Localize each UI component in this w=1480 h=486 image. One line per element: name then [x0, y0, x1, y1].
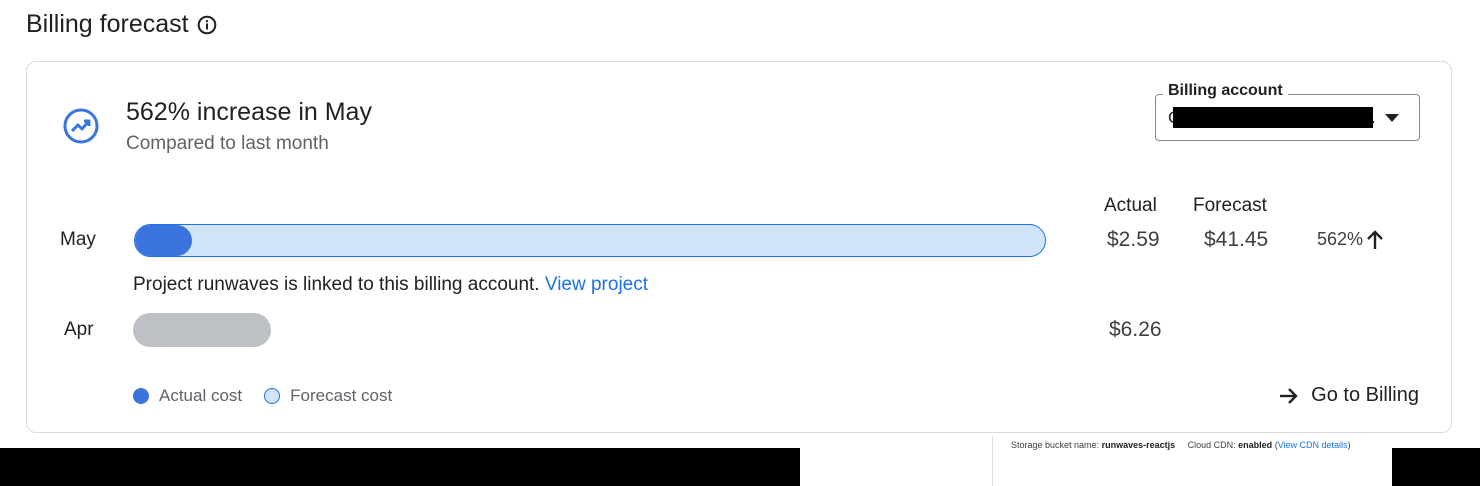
info-icon[interactable] [197, 15, 217, 35]
caret-down-icon[interactable] [1385, 114, 1399, 123]
billing-account-select[interactable]: Billing account C . [1155, 82, 1420, 141]
redaction-block-right [1392, 448, 1480, 486]
cdn-label: Cloud CDN: [1187, 440, 1236, 450]
billing-forecast-card: 562% increase in May Compared to last mo… [26, 61, 1452, 433]
bucket-label: Storage bucket name: [1011, 440, 1100, 450]
actual-column-header: Actual [1104, 195, 1157, 216]
billing-account-label: Billing account [1163, 82, 1288, 100]
legend-forecast: Forecast cost [264, 386, 392, 406]
bucket-value: runwaves-reactjs [1101, 440, 1176, 450]
go-to-billing-link[interactable]: Go to Billing [1279, 384, 1419, 407]
legend-actual: Actual cost [133, 386, 242, 406]
may-forecast-amount: $41.45 [1204, 228, 1269, 251]
may-change-percent: 562% [1317, 229, 1384, 250]
cdn-value: enabled [1238, 440, 1273, 450]
view-project-link[interactable]: View project [545, 274, 648, 295]
chart-legend: Actual cost Forecast cost [133, 386, 414, 406]
page-title-text: Billing forecast [26, 10, 189, 38]
trending-up-icon [63, 108, 99, 144]
apr-actual-bar [133, 313, 271, 347]
project-note-text: Project runwaves is linked to this billi… [133, 274, 540, 295]
forecast-cost-dot-icon [264, 388, 281, 404]
page-title: Billing forecast [26, 10, 217, 39]
go-to-billing-label: Go to Billing [1311, 384, 1419, 406]
forecast-headline: 562% increase in May [126, 98, 372, 126]
may-change-value: 562% [1317, 229, 1364, 249]
view-cdn-details-link[interactable]: View CDN details [1278, 440, 1348, 450]
storage-details-line: Storage bucket name: runwaves-reactjs Cl… [1011, 440, 1351, 450]
actual-cost-dot-icon [133, 388, 149, 404]
legend-actual-label: Actual cost [159, 386, 243, 405]
bottom-details-panel: Storage bucket name: runwaves-reactjs Cl… [992, 436, 1393, 486]
may-actual-amount: $2.59 [1107, 228, 1160, 251]
may-forecast-bar [134, 224, 1046, 257]
redaction-block [1173, 107, 1373, 128]
redaction-block-left [0, 448, 800, 486]
apr-actual-amount: $6.26 [1109, 318, 1162, 341]
arrow-right-icon [1280, 387, 1298, 404]
row-label-may: May [60, 229, 96, 250]
forecast-column-header: Forecast [1193, 195, 1267, 216]
row-label-apr: Apr [64, 319, 94, 340]
project-link-note: Project runwaves is linked to this billi… [133, 274, 648, 296]
may-actual-bar [135, 225, 192, 256]
legend-forecast-label: Forecast cost [290, 386, 393, 405]
arrow-up-icon [1367, 229, 1383, 249]
forecast-subtitle: Compared to last month [126, 133, 329, 154]
